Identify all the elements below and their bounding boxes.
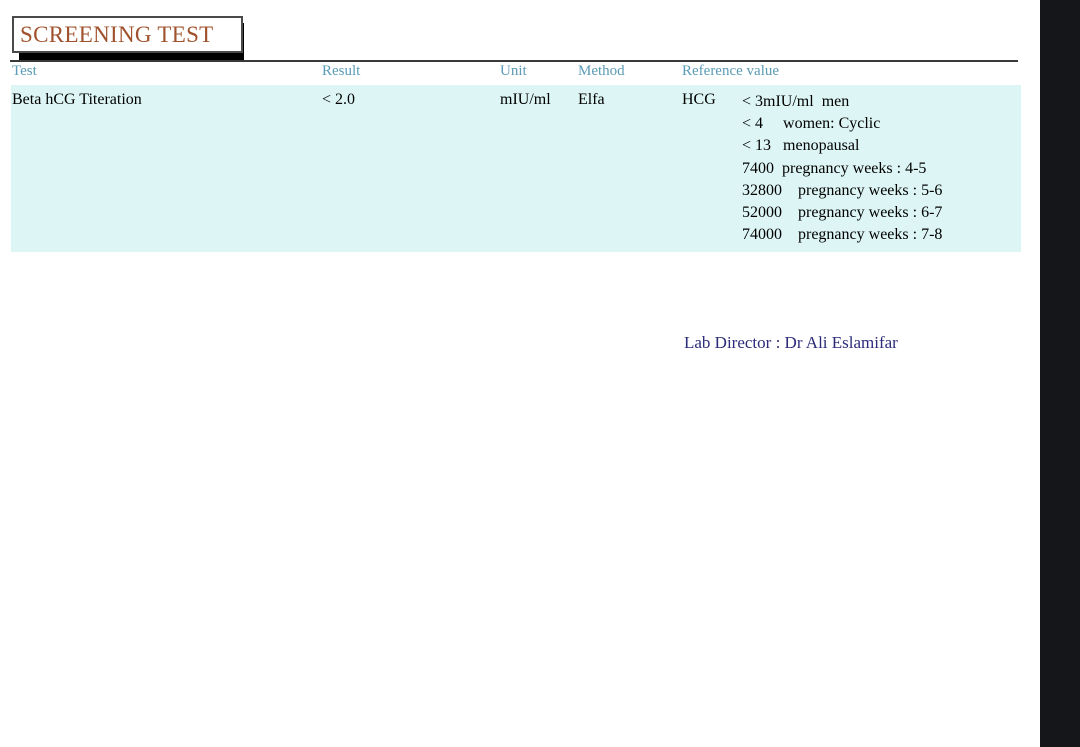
- column-header-test: Test: [12, 63, 37, 79]
- cell-unit: mIU/ml: [500, 91, 551, 108]
- column-header-result: Result: [322, 63, 361, 79]
- column-header-unit: Unit: [500, 63, 527, 79]
- cell-result-value: < 2.0: [322, 91, 356, 108]
- right-black-band: [1040, 0, 1080, 747]
- report-page: SCREENING TEST Test Result Unit Method R…: [0, 0, 1040, 747]
- reference-line: < 13 menopausal: [742, 137, 860, 155]
- cell-reference-analyte: HCG: [682, 91, 716, 108]
- reference-line: < 4 women: Cyclic: [742, 115, 881, 133]
- screening-test-title-box: SCREENING TEST: [12, 16, 244, 60]
- column-header-reference-value: Reference value: [682, 63, 780, 79]
- page-title: SCREENING TEST: [20, 22, 214, 47]
- title-box-frame: SCREENING TEST: [12, 16, 243, 53]
- reference-line: < 3mIU/ml men: [742, 93, 850, 110]
- cell-test-name: Beta hCG Titeration: [12, 91, 142, 108]
- table-row: Beta hCG Titeration < 2.0 mIU/ml Elfa HC…: [11, 85, 1021, 252]
- lab-director-signature: Lab Director : Dr Ali Eslamifar: [684, 333, 898, 352]
- reference-line: 74000 pregnancy weeks : 7-8: [742, 226, 943, 244]
- results-table: Test Result Unit Method Reference value …: [0, 62, 1040, 252]
- column-header-method: Method: [578, 63, 625, 79]
- reference-line: 32800 pregnancy weeks : 5-6: [742, 181, 943, 199]
- table-header-row: Test Result Unit Method Reference value: [0, 62, 1040, 85]
- cell-method: Elfa: [578, 91, 605, 108]
- reference-line: 52000 pregnancy weeks : 6-7: [742, 204, 943, 222]
- reference-line: 7400 pregnancy weeks : 4-5: [742, 159, 927, 177]
- reference-value-list: < 3mIU/ml men < 4 women: Cyclic < 13 men…: [742, 91, 942, 246]
